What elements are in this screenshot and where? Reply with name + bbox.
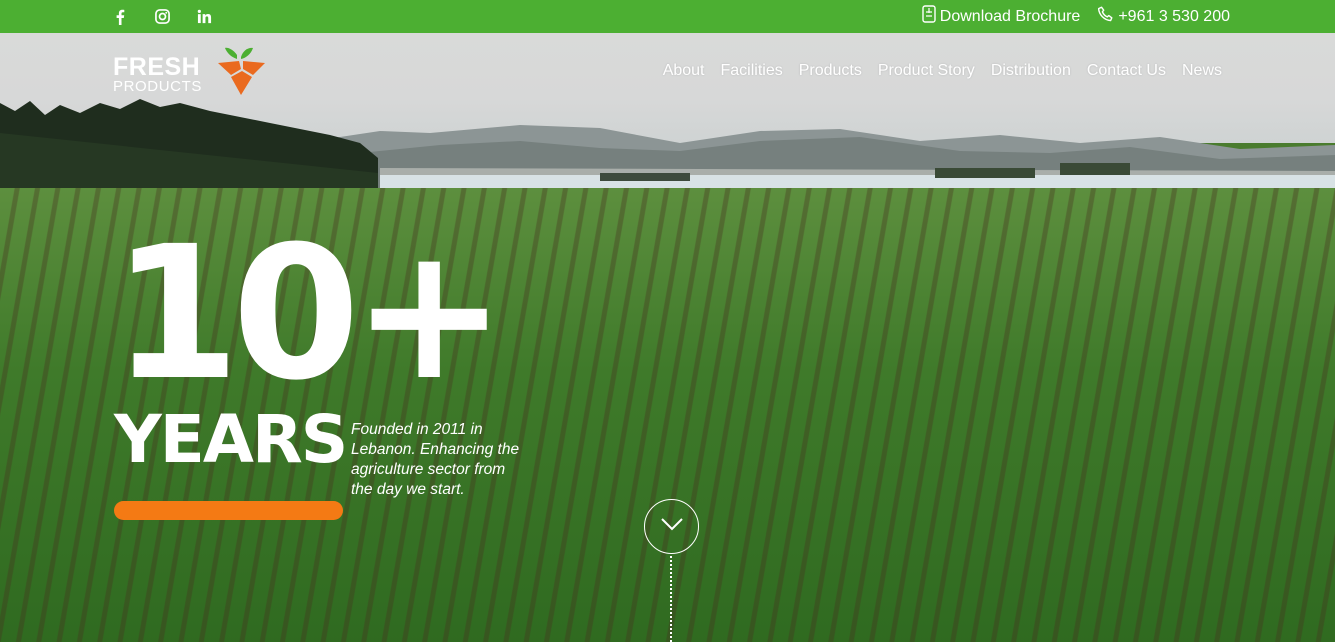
nav-product-story[interactable]: Product Story	[878, 62, 975, 80]
years-label: YEARS	[114, 401, 348, 478]
chevron-down-icon	[660, 517, 684, 536]
site-logo[interactable]: FRESH PRODUCTS	[113, 47, 268, 99]
top-bar: Download Brochure +961 3 530 200	[0, 0, 1335, 33]
nav-distribution[interactable]: Distribution	[991, 62, 1071, 80]
founded-description: Founded in 2011 in Lebanon. Enhancing th…	[351, 421, 520, 498]
social-links	[112, 0, 212, 33]
top-right-links: Download Brochure +961 3 530 200	[922, 0, 1230, 33]
accent-bar	[114, 501, 343, 520]
facebook-icon[interactable]	[112, 9, 128, 25]
nav-news[interactable]: News	[1182, 62, 1222, 80]
nav-contact-us[interactable]: Contact Us	[1087, 62, 1166, 80]
brochure-icon	[922, 5, 936, 28]
scroll-down-button[interactable]	[644, 499, 699, 554]
logo-text-products: PRODUCTS	[113, 78, 202, 95]
phone-link[interactable]: +961 3 530 200	[1098, 6, 1230, 28]
main-navigation: About Facilities Products Product Story …	[663, 62, 1222, 80]
phone-number: +961 3 530 200	[1118, 7, 1230, 25]
years-number: 10+	[112, 207, 506, 421]
logo-text-fresh: FRESH	[113, 53, 201, 81]
scroll-indicator-line	[670, 556, 672, 642]
nav-facilities[interactable]: Facilities	[721, 62, 783, 80]
nav-products[interactable]: Products	[799, 62, 862, 80]
download-brochure-link[interactable]: Download Brochure	[922, 5, 1081, 28]
instagram-icon[interactable]	[154, 9, 170, 25]
nav-about[interactable]: About	[663, 62, 705, 80]
logo-carrot-icon	[218, 47, 265, 95]
phone-icon	[1098, 6, 1114, 28]
linkedin-icon[interactable]	[196, 9, 212, 25]
download-brochure-label: Download Brochure	[939, 7, 1081, 25]
